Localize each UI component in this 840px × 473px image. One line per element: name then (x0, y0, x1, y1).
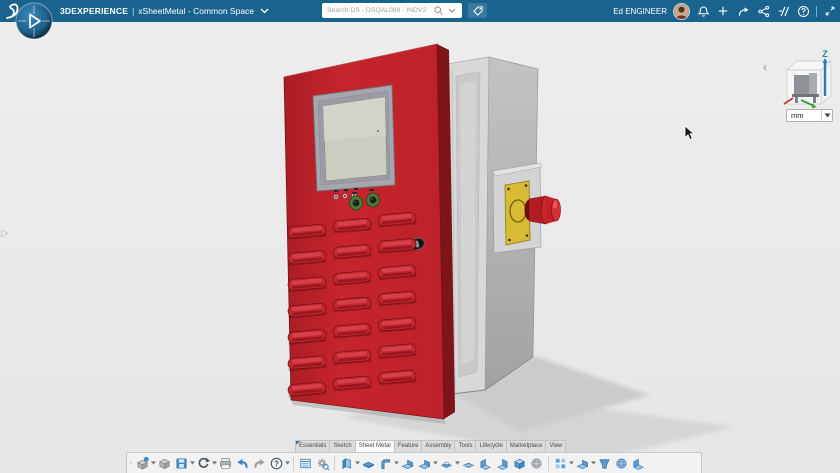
dropdown-caret-icon[interactable] (285, 461, 290, 465)
new-content-button[interactable] (134, 455, 151, 472)
flat-pad-button[interactable] (360, 455, 377, 472)
topbar-divider (816, 6, 817, 17)
toolbar-overflow-icon[interactable]: ‹ (130, 460, 132, 467)
tab-assembly[interactable]: Assembly (421, 440, 454, 452)
green-button-2 (367, 193, 380, 207)
estop-button (525, 196, 561, 224)
expand-tree-arrow[interactable]: ▷ (1, 229, 9, 239)
tab-sketch[interactable]: Sketch (329, 440, 354, 452)
unit-caret-icon[interactable] (822, 113, 832, 118)
tab-sheet-metal[interactable]: Sheet Metal (355, 440, 394, 452)
hopper-button[interactable] (596, 455, 613, 472)
tab-label: Tools (458, 443, 472, 449)
unit-selector[interactable]: mm (786, 109, 833, 122)
unfold-button[interactable] (494, 455, 511, 472)
recognize-button[interactable] (528, 455, 545, 472)
app-space-selector[interactable]: 3DEXPERIENCE | xSheetMetal - Common Spac… (60, 0, 269, 22)
action-bar-tabs: Essentials Sketch Sheet Metal Feature Assemb… (295, 440, 566, 452)
compass-icon[interactable] (15, 2, 53, 40)
pattern-button[interactable] (552, 455, 569, 472)
tab-essentials[interactable]: Essentials (295, 440, 329, 452)
3dexperience-window: { "header": { "brand": "3DEXPERIENCE", "… (0, 0, 840, 473)
user-area: Ed ENGINEER (613, 0, 837, 22)
title-divider: | (132, 6, 134, 16)
toolbar-group-separator (334, 456, 335, 471)
flat-stamp-button[interactable] (460, 455, 477, 472)
properties-button[interactable] (297, 455, 314, 472)
search-icon[interactable] (431, 4, 445, 18)
search-options-caret-icon[interactable] (445, 4, 459, 18)
svg-text:?: ? (274, 459, 279, 468)
bell-icon[interactable] (696, 4, 710, 18)
share-icon[interactable] (736, 4, 750, 18)
tab-label: Assembly (425, 443, 451, 449)
help-icon[interactable] (796, 4, 810, 18)
tab-label: Essentials (299, 443, 326, 449)
point-stamp-button[interactable] (511, 455, 528, 472)
action-bar-toolbar: ‹? (126, 452, 702, 473)
search-settings-button[interactable] (314, 455, 331, 472)
user-name[interactable]: Ed ENGINEER (613, 7, 667, 16)
open-button[interactable] (156, 455, 173, 472)
tab-label: Sheet Metal (359, 443, 391, 449)
tab-feature[interactable]: Feature (394, 440, 422, 452)
swept-wall-button[interactable] (377, 455, 394, 472)
tab-label: Feature (398, 443, 419, 449)
collapse-panel-arrow[interactable]: ‹ (763, 61, 767, 73)
tab-lifecycle[interactable]: Lifecycle (475, 440, 505, 452)
estop-assembly[interactable] (493, 163, 561, 253)
tab-label: Marketplace (510, 443, 543, 449)
hmi-screen (313, 85, 395, 191)
chevron-down-icon[interactable] (260, 8, 269, 14)
mouse-cursor (685, 126, 694, 140)
collapse-window-icon[interactable] (823, 4, 837, 18)
help-button[interactable]: ? (268, 455, 285, 472)
tab-label: Lifecycle (479, 443, 502, 449)
z-axis-label: Z (822, 49, 828, 59)
tab-label: View (549, 443, 562, 449)
tab-view[interactable]: View (545, 440, 566, 452)
print-export-button[interactable] (217, 455, 234, 472)
unit-value: mm (787, 110, 821, 121)
tab-marketplace[interactable]: Marketplace (506, 440, 546, 452)
search-placeholder: Search DS - DSQAL088 - INDV2 (325, 7, 431, 14)
save-button[interactable] (173, 455, 190, 472)
corner-relief-button[interactable] (630, 455, 647, 472)
circular-stamp-button[interactable] (613, 455, 630, 472)
brand-label: 3DEXPERIENCE (60, 6, 128, 16)
tab-label: Sketch (333, 443, 351, 449)
redo-button[interactable] (251, 455, 268, 472)
app-space-label: xSheetMetal - Common Space (138, 6, 254, 16)
bend-button[interactable] (399, 455, 416, 472)
fold-button[interactable] (477, 455, 494, 472)
cabinet-door[interactable] (284, 44, 455, 424)
avatar[interactable] (673, 3, 690, 20)
undo-button[interactable] (234, 455, 251, 472)
navigation-cube[interactable]: Z (779, 48, 837, 110)
search-input[interactable]: Search DS - DSQAL088 - INDV2 (322, 3, 462, 18)
network-icon[interactable] (756, 4, 770, 18)
pin-icon (296, 441, 300, 445)
bend-from-flat-button[interactable] (416, 455, 433, 472)
surface-stamp-button[interactable] (438, 455, 455, 472)
3d-viewport[interactable] (0, 0, 840, 473)
bend-advanced-button[interactable] (574, 455, 591, 472)
tag-button[interactable] (468, 3, 487, 18)
add-icon[interactable] (716, 4, 730, 18)
apps-icon[interactable] (776, 4, 790, 18)
tab-tools[interactable]: Tools (454, 440, 475, 452)
toolbar-group-separator (293, 456, 294, 471)
wall-button[interactable] (338, 455, 355, 472)
green-button (350, 196, 363, 210)
toolbar-group-separator (548, 456, 549, 471)
update-button[interactable] (195, 455, 212, 472)
